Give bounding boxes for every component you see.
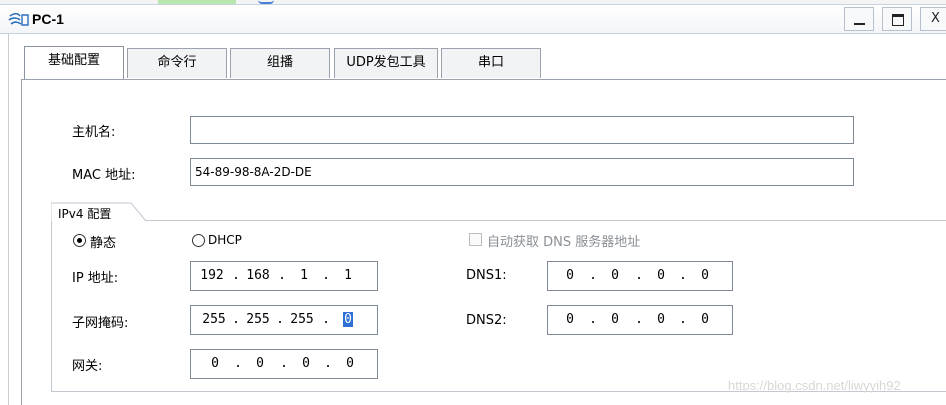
minimize-button[interactable]	[844, 7, 874, 31]
tab-udp-tool[interactable]: UDP发包工具	[334, 48, 438, 78]
hostname-label: 主机名:	[72, 125, 116, 140]
ip-octet-2: 168	[246, 268, 270, 283]
mac-label: MAC 地址:	[72, 168, 136, 183]
dns2-octet-4: 0	[701, 312, 709, 327]
static-label: 静态	[90, 236, 117, 251]
maximize-icon	[892, 14, 904, 26]
octet-separator: .	[234, 356, 242, 371]
mask-octet-1: 255	[202, 312, 226, 327]
tab-multicast[interactable]: 组播	[230, 48, 330, 78]
pc-app-icon	[8, 12, 29, 26]
ip-octet-3: 1	[300, 268, 308, 283]
mac-address-field[interactable]: 54-89-98-8A-2D-DE	[190, 158, 854, 186]
window-title: PC-1	[32, 11, 64, 27]
dns1-octet-3: 0	[657, 268, 665, 283]
radio-selected-dot	[77, 238, 82, 243]
tab-bar: 基础配置 命令行 组播 UDP发包工具 串口	[0, 43, 946, 80]
octet-separator: .	[232, 268, 240, 283]
auto-dns-checkbox[interactable]	[469, 233, 482, 246]
dns1-octet-4: 0	[701, 268, 709, 283]
dns2-label: DNS2:	[466, 313, 507, 328]
gateway-octet-1: 0	[211, 356, 219, 371]
mask-octet-2: 255	[246, 312, 270, 327]
octet-separator: .	[322, 268, 330, 283]
octet-separator: .	[589, 268, 597, 283]
ip-octet-1: 192	[200, 268, 224, 283]
dhcp-label: DHCP	[208, 233, 242, 247]
ip-octet-4: 1	[344, 268, 352, 283]
auto-dns-label: 自动获取 DNS 服务器地址	[487, 235, 641, 250]
title-bar[interactable]: PC-1 X	[0, 4, 946, 34]
dns2-octet-1: 0	[566, 312, 574, 327]
mask-octet-3: 255	[290, 312, 314, 327]
dns2-octet-2: 0	[611, 312, 619, 327]
gateway-label: 网关:	[72, 359, 103, 374]
gateway-octet-2: 0	[256, 356, 264, 371]
dns1-octet-2: 0	[611, 268, 619, 283]
octet-separator: .	[280, 356, 288, 371]
dns2-octet-3: 0	[657, 312, 665, 327]
tab-serial[interactable]: 串口	[441, 48, 541, 78]
octet-separator: .	[679, 312, 687, 327]
mask-octet-4-selected: 0	[343, 312, 353, 327]
octet-separator: .	[322, 312, 330, 327]
octet-separator: .	[589, 312, 597, 327]
hostname-input[interactable]	[190, 116, 854, 144]
dns2-input[interactable]: 0 . 0 . 0 . 0	[547, 305, 733, 335]
dns1-input[interactable]: 0 . 0 . 0 . 0	[547, 261, 733, 291]
watermark-text: https://blog.csdn.net/liwyyih92	[728, 378, 901, 393]
subnet-mask-input[interactable]: 255 . 255 . 255 . 0	[190, 305, 378, 335]
octet-separator: .	[276, 312, 284, 327]
tab-basic-config[interactable]: 基础配置	[24, 46, 124, 80]
dns1-octet-1: 0	[566, 268, 574, 283]
octet-separator: .	[635, 268, 643, 283]
octet-separator: .	[232, 312, 240, 327]
octet-separator: .	[679, 268, 687, 283]
static-radio[interactable]	[73, 234, 86, 247]
dhcp-radio[interactable]	[192, 234, 205, 247]
subnet-mask-label: 子网掩码:	[72, 316, 129, 331]
minimize-icon	[854, 23, 865, 25]
ip-address-label: IP 地址:	[72, 271, 119, 286]
octet-separator: .	[324, 356, 332, 371]
octet-separator: .	[278, 268, 286, 283]
ip-address-input[interactable]: 192 . 168 . 1 . 1	[190, 261, 378, 291]
tab-command-line[interactable]: 命令行	[127, 48, 227, 78]
octet-separator: .	[635, 312, 643, 327]
gateway-octet-4: 0	[346, 356, 354, 371]
gateway-octet-3: 0	[302, 356, 310, 371]
ipv4-group-title: IPv4 配置	[58, 207, 112, 221]
dns1-label: DNS1:	[466, 268, 507, 283]
left-frame-border	[8, 34, 9, 405]
maximize-button[interactable]	[882, 7, 912, 31]
close-button[interactable]: X	[920, 7, 946, 31]
gateway-input[interactable]: 0 . 0 . 0 . 0	[190, 349, 378, 379]
